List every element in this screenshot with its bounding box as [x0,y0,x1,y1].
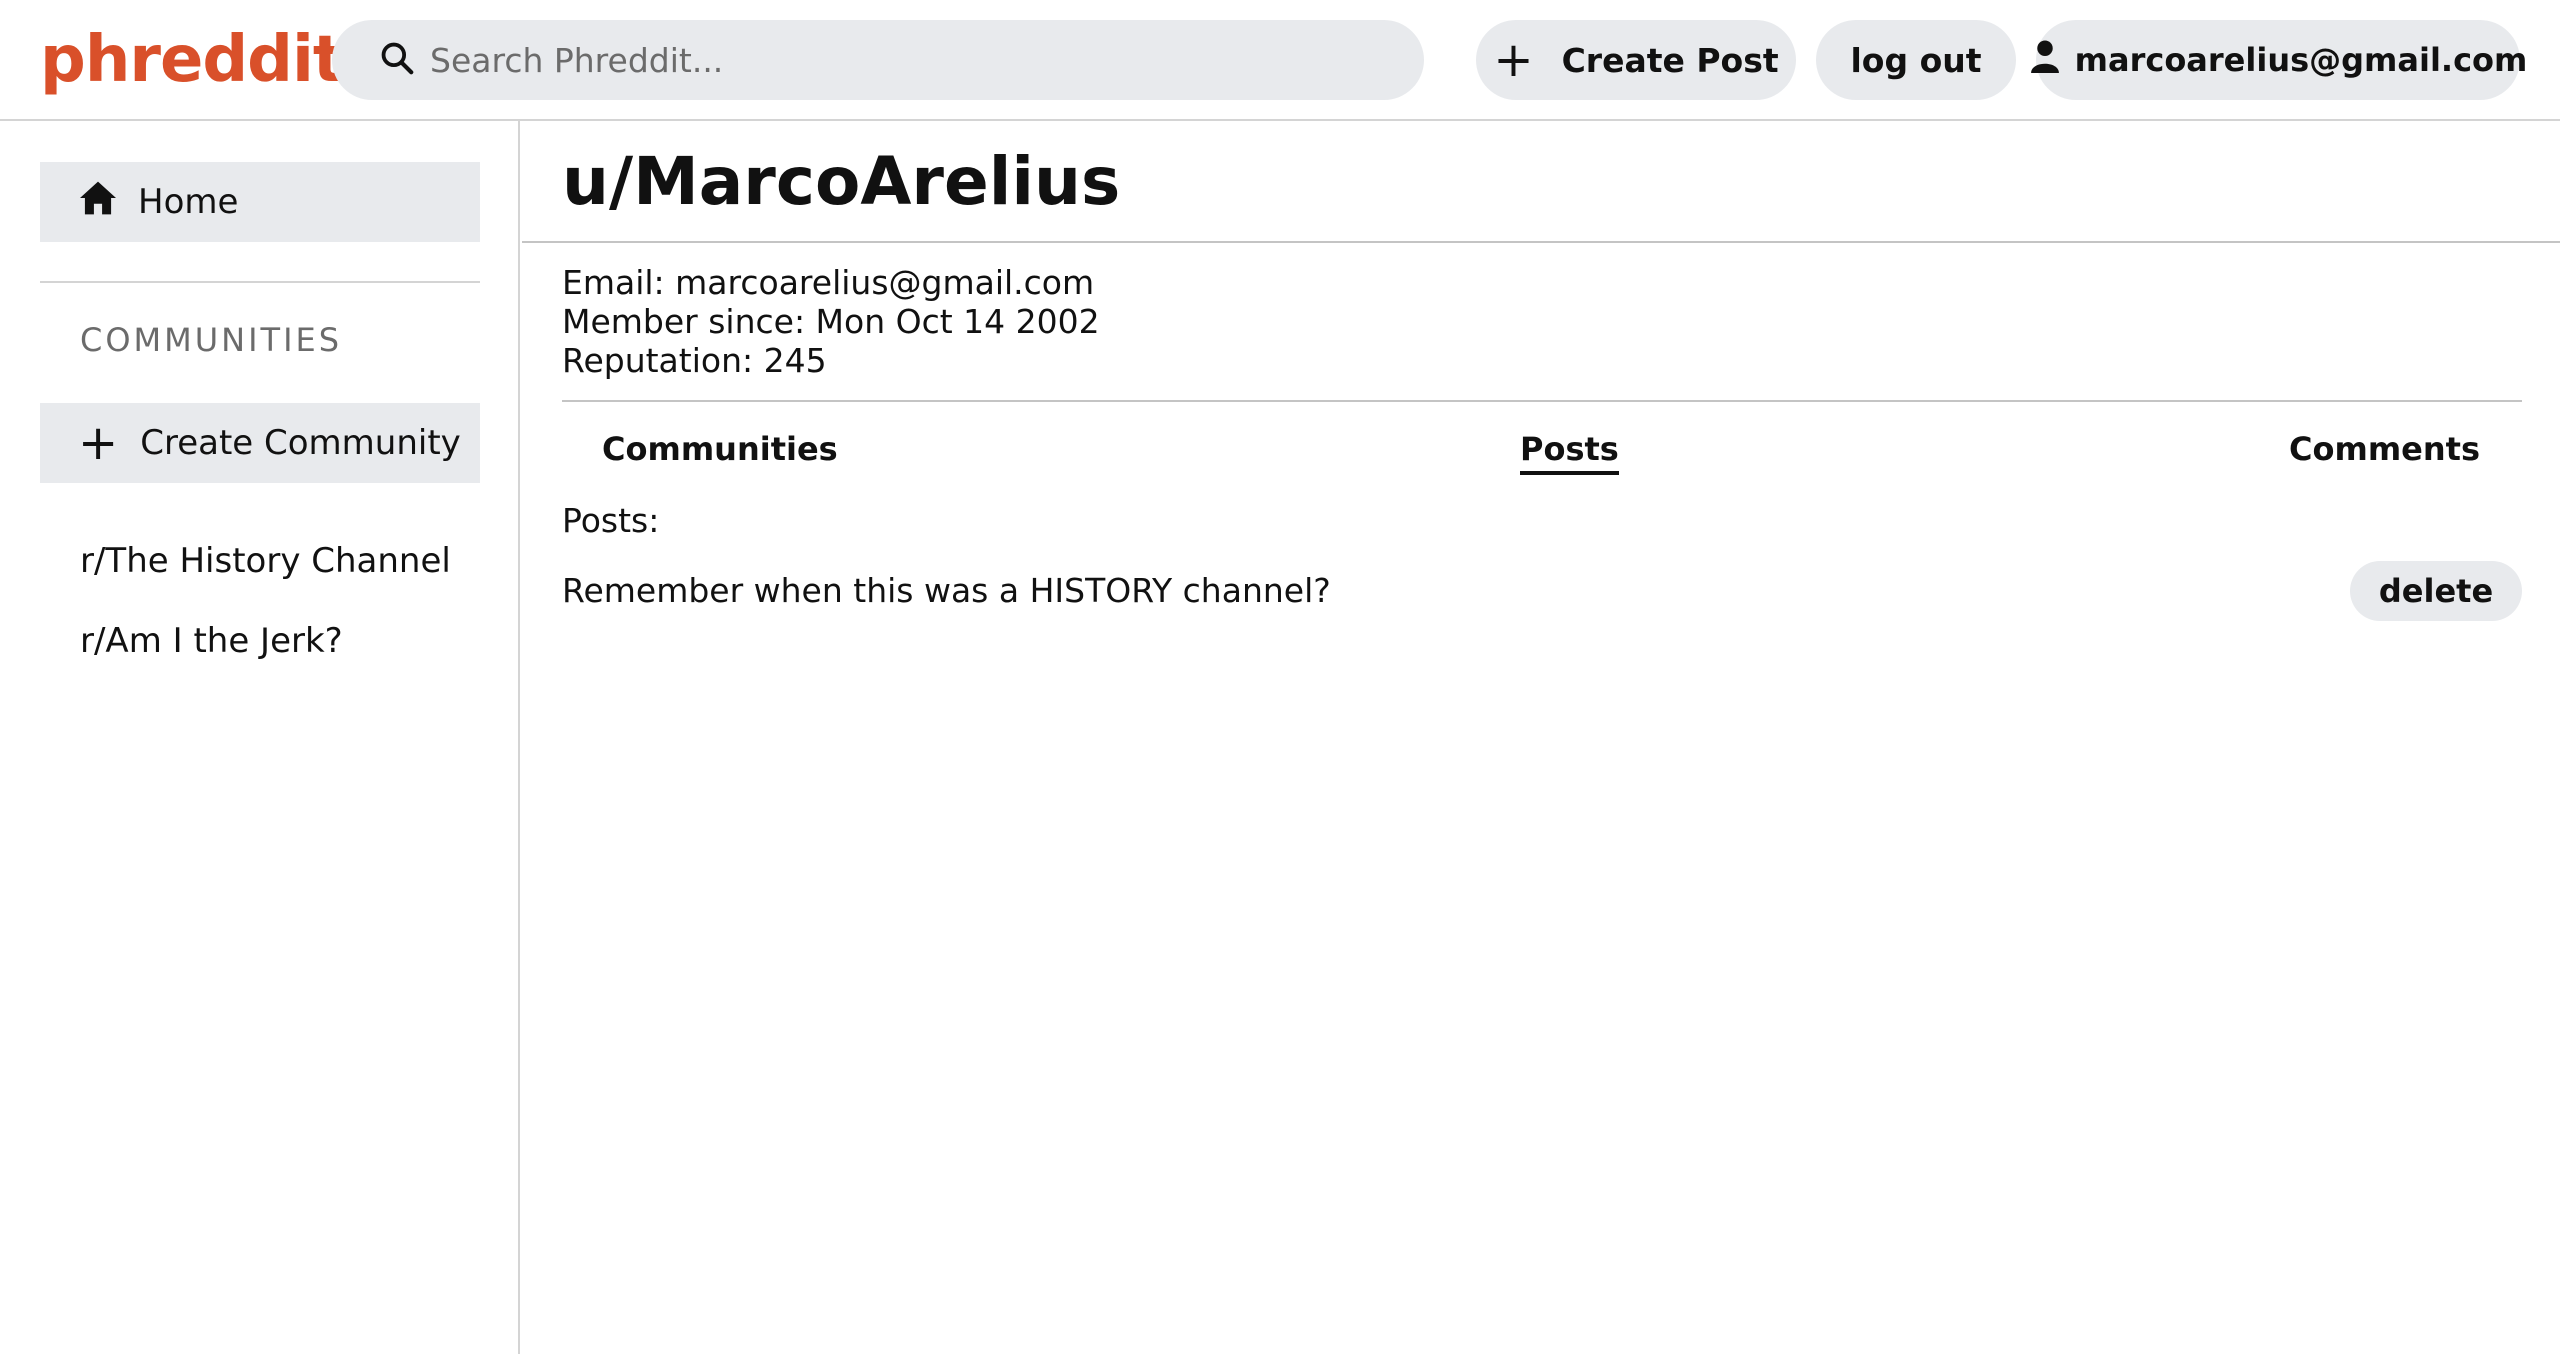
home-icon [78,180,138,225]
user-profile-button[interactable]: marcoarelius@gmail.com [2030,20,2527,100]
title-divider [522,241,2560,243]
section-label: Posts: [562,501,660,540]
logout-button[interactable]: log out [1816,20,2016,100]
page-title: u/MarcoArelius [562,143,1121,220]
tab-posts[interactable]: Posts [1520,429,1619,475]
create-community-button[interactable]: + Create Community [40,403,480,483]
create-post-label: Create Post [1561,40,1779,80]
phreddit-logo[interactable]: phreddit [40,22,343,98]
sidebar-item-community[interactable]: r/Am I the Jerk? [80,621,343,661]
communities-heading: COMMUNITIES [80,321,343,359]
sidebar-item-home[interactable]: Home [40,162,480,242]
create-post-button[interactable]: + Create Post [1476,20,1796,100]
logout-label: log out [1850,40,1982,80]
plus-icon: + [1493,32,1534,88]
tab-communities[interactable]: Communities [602,429,838,469]
user-icon [2029,39,2075,81]
search-icon [378,39,416,81]
search-input[interactable] [430,40,1390,80]
delete-button[interactable]: delete [2350,561,2522,621]
main-content: u/MarcoArelius Email: marcoarelius@gmail… [522,121,2560,1354]
sidebar-item-label: Home [138,182,239,222]
search-bar[interactable] [332,20,1424,100]
sidebar-item-community[interactable]: r/The History Channel [80,541,451,581]
post-title-link[interactable]: Remember when this was a HISTORY channel… [562,571,1331,611]
tab-comments[interactable]: Comments [2289,429,2480,469]
plus-icon: + [78,415,119,471]
info-divider [562,400,2522,402]
sidebar-divider [40,281,480,283]
sidebar: Home COMMUNITIES + Create Community r/Th… [0,121,520,1354]
create-community-label: Create Community [140,423,461,463]
list-item: Remember when this was a HISTORY channel… [562,561,2522,621]
profile-member-since: Member since: Mon Oct 14 2002 [562,302,1100,341]
top-header: phreddit + Create Post log out marcoarel… [0,0,2560,121]
profile-reputation: Reputation: 245 [562,341,827,380]
user-email-label: marcoarelius@gmail.com [2074,41,2528,79]
profile-email: Email: marcoarelius@gmail.com [562,263,1095,302]
